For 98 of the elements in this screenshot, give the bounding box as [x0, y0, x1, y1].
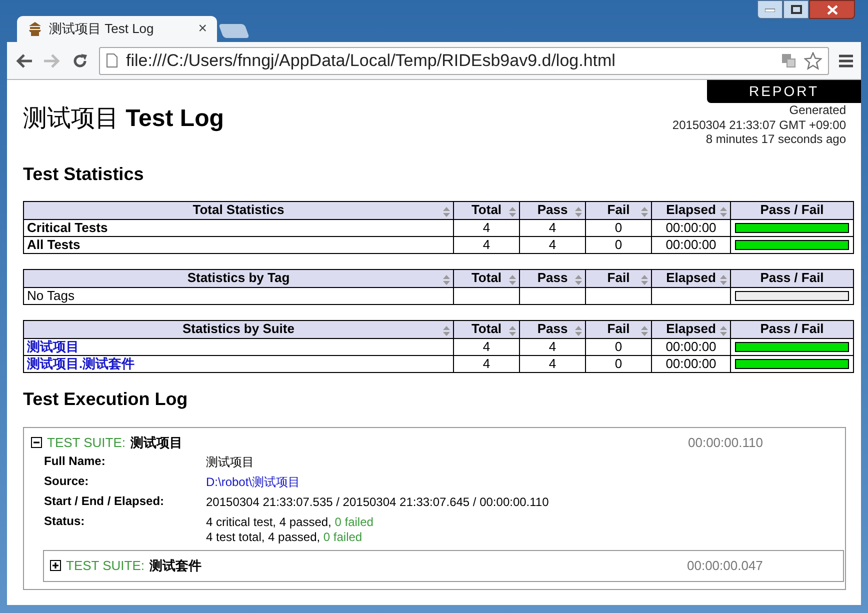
sort-icon[interactable] [720, 326, 727, 336]
table-cell: 4 [454, 338, 520, 355]
detail-label: Full Name: [44, 452, 106, 470]
pagoda-icon [27, 21, 43, 37]
column-header: Pass / Fail [730, 320, 854, 338]
table-cell: 0 [586, 338, 652, 355]
table-cell: 4 [520, 338, 586, 355]
translate-icon[interactable] [781, 53, 796, 68]
back-icon[interactable] [15, 52, 33, 68]
column-header[interactable]: Total [454, 201, 520, 219]
address-bar[interactable]: file:///C:/Users/fnngj/AppData/Local/Temp/RIDEsb9av9.d/log.html [99, 46, 829, 74]
suite-label: TEST SUITE: [47, 434, 126, 452]
new-tab-button[interactable] [218, 24, 250, 38]
menu-icon[interactable] [839, 54, 853, 68]
forward-icon[interactable] [43, 52, 61, 68]
column-header: Pass / Fail [730, 269, 854, 287]
section-heading: Test Statistics [23, 162, 145, 184]
suite-link[interactable]: 测试项目.测试套件 [24, 355, 454, 372]
url-text: file:///C:/Users/fnngj/AppData/Local/Temp/RIDEsb9av9.d/log.html [126, 50, 616, 72]
column-header[interactable]: Total [454, 320, 520, 338]
column-header: Pass / Fail [730, 201, 854, 219]
maximize-button[interactable] [783, 0, 809, 19]
table-cell: 0 [586, 236, 652, 253]
suite-name[interactable]: 测试项目 [130, 432, 182, 452]
elapsed-time: 00:00:00.110 [688, 434, 764, 452]
column-header[interactable]: Pass [520, 269, 586, 287]
column-header[interactable]: Total [454, 269, 520, 287]
table-cell: 00:00:00 [652, 219, 730, 236]
table-cell: 4 [520, 219, 586, 236]
detail-value: 20150304 21:33:07.535 / 20150304 21:33:07.645 / 00:00:00.110 [206, 494, 549, 508]
column-header[interactable]: Fail [586, 320, 652, 338]
column-header[interactable]: Statistics by Tag [24, 269, 454, 287]
sort-icon[interactable] [575, 206, 582, 216]
column-header[interactable]: Pass [520, 201, 586, 219]
generated-text: Generated [789, 103, 846, 118]
page-icon [106, 53, 118, 68]
generated-text: 20150304 21:33:07 GMT +09:00 [672, 118, 846, 132]
sort-icon[interactable] [575, 326, 582, 336]
browser-tab[interactable]: 测试项目 Test Log × [17, 16, 217, 42]
generated-text: 8 minutes 17 seconds ago [706, 132, 846, 146]
table-cell: 00:00:00 [652, 236, 730, 253]
table-cell: 4 [454, 236, 520, 253]
column-header[interactable]: Fail [586, 269, 652, 287]
star-icon[interactable] [804, 52, 822, 70]
sort-icon[interactable] [443, 326, 450, 336]
sort-icon[interactable] [509, 274, 516, 284]
report-button[interactable]: REPORT [707, 80, 861, 103]
column-header[interactable]: Elapsed [652, 269, 730, 287]
suite-link[interactable]: 测试项目 [24, 338, 454, 355]
detail-label: Start / End / Elapsed: [44, 492, 166, 510]
source-link[interactable]: D:\robot\测试项目 [206, 474, 300, 488]
table-cell: 00:00:00 [652, 355, 730, 372]
sort-icon[interactable] [641, 206, 648, 216]
sort-icon[interactable] [575, 274, 582, 284]
table-cell: 4 [454, 355, 520, 372]
suite-label: TEST SUITE: [66, 556, 144, 575]
page-title: 测试项目 Test Log [23, 103, 224, 134]
column-header[interactable]: Pass [520, 320, 586, 338]
sort-icon[interactable] [641, 326, 648, 336]
section-heading: Test Execution Log [23, 388, 189, 410]
sort-icon[interactable] [443, 206, 450, 216]
table-cell: Critical Tests [24, 219, 454, 236]
minimize-icon [765, 8, 775, 12]
close-button[interactable] [809, 0, 855, 19]
tab-close-button[interactable]: × [198, 18, 207, 40]
reload-icon[interactable] [71, 52, 89, 70]
tab-title: 测试项目 Test Log [49, 20, 154, 38]
table-cell: 4 [454, 219, 520, 236]
expand-icon[interactable] [50, 560, 61, 571]
detail-label: Status: [44, 512, 86, 530]
suite-name[interactable]: 测试套件 [150, 556, 202, 576]
table-cell: 00:00:00 [652, 338, 730, 355]
column-header[interactable]: Elapsed [652, 320, 730, 338]
column-header[interactable]: Total Statistics [24, 201, 454, 219]
maximize-icon [790, 5, 802, 14]
table-cell: All Tests [24, 236, 454, 253]
close-icon [826, 4, 838, 14]
detail-label: Source: [44, 472, 90, 490]
column-header[interactable]: Statistics by Suite [24, 320, 454, 338]
table-cell: 0 [586, 355, 652, 372]
sort-icon[interactable] [641, 274, 648, 284]
sort-icon[interactable] [720, 274, 727, 284]
status-text: 4 test total, 4 passed, 0 failed [206, 530, 364, 544]
table-cell: No Tags [24, 287, 454, 304]
table-cell: 4 [520, 355, 586, 372]
sort-icon[interactable] [720, 206, 727, 216]
sort-icon[interactable] [443, 274, 450, 284]
table-cell: 4 [520, 236, 586, 253]
elapsed-time: 00:00:00.047 [687, 556, 764, 575]
column-header[interactable]: Elapsed [652, 201, 730, 219]
minimize-button[interactable] [757, 0, 783, 19]
collapse-icon[interactable] [31, 437, 42, 448]
status-text: 4 critical test, 4 passed, 0 failed [206, 514, 374, 530]
column-header[interactable]: Fail [586, 201, 652, 219]
sort-icon[interactable] [509, 326, 516, 336]
detail-value: 测试项目 [206, 454, 254, 468]
sort-icon[interactable] [509, 206, 516, 216]
table-cell: 0 [586, 219, 652, 236]
